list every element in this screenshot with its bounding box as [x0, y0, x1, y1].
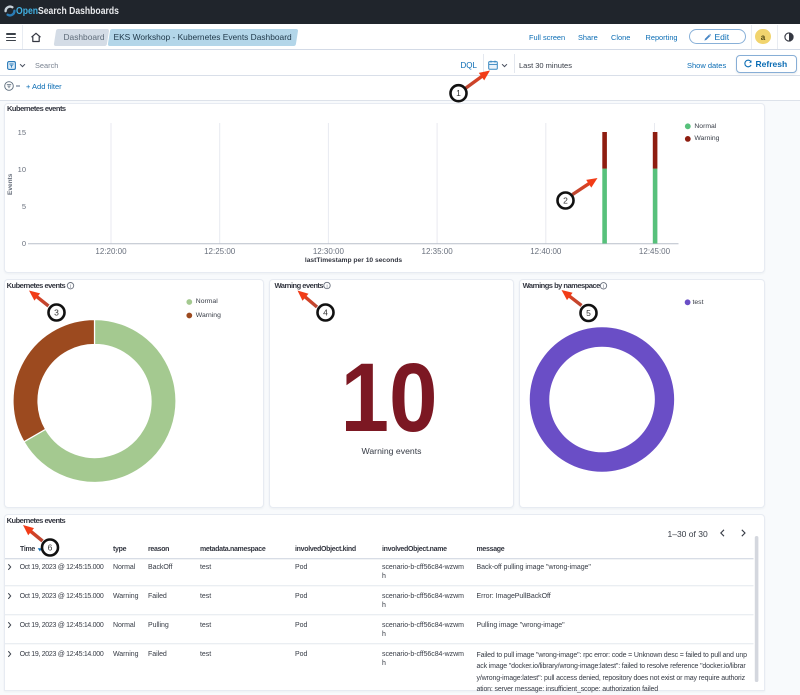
svg-text:2: 2	[563, 196, 568, 206]
svg-text:6: 6	[48, 543, 53, 553]
svg-text:i: i	[326, 284, 327, 290]
svg-text:5: 5	[586, 308, 591, 318]
svg-text:i: i	[603, 284, 604, 290]
svg-text:i: i	[70, 284, 71, 290]
svg-text:1: 1	[456, 88, 461, 98]
svg-text:4: 4	[323, 308, 328, 318]
svg-text:3: 3	[54, 308, 59, 318]
